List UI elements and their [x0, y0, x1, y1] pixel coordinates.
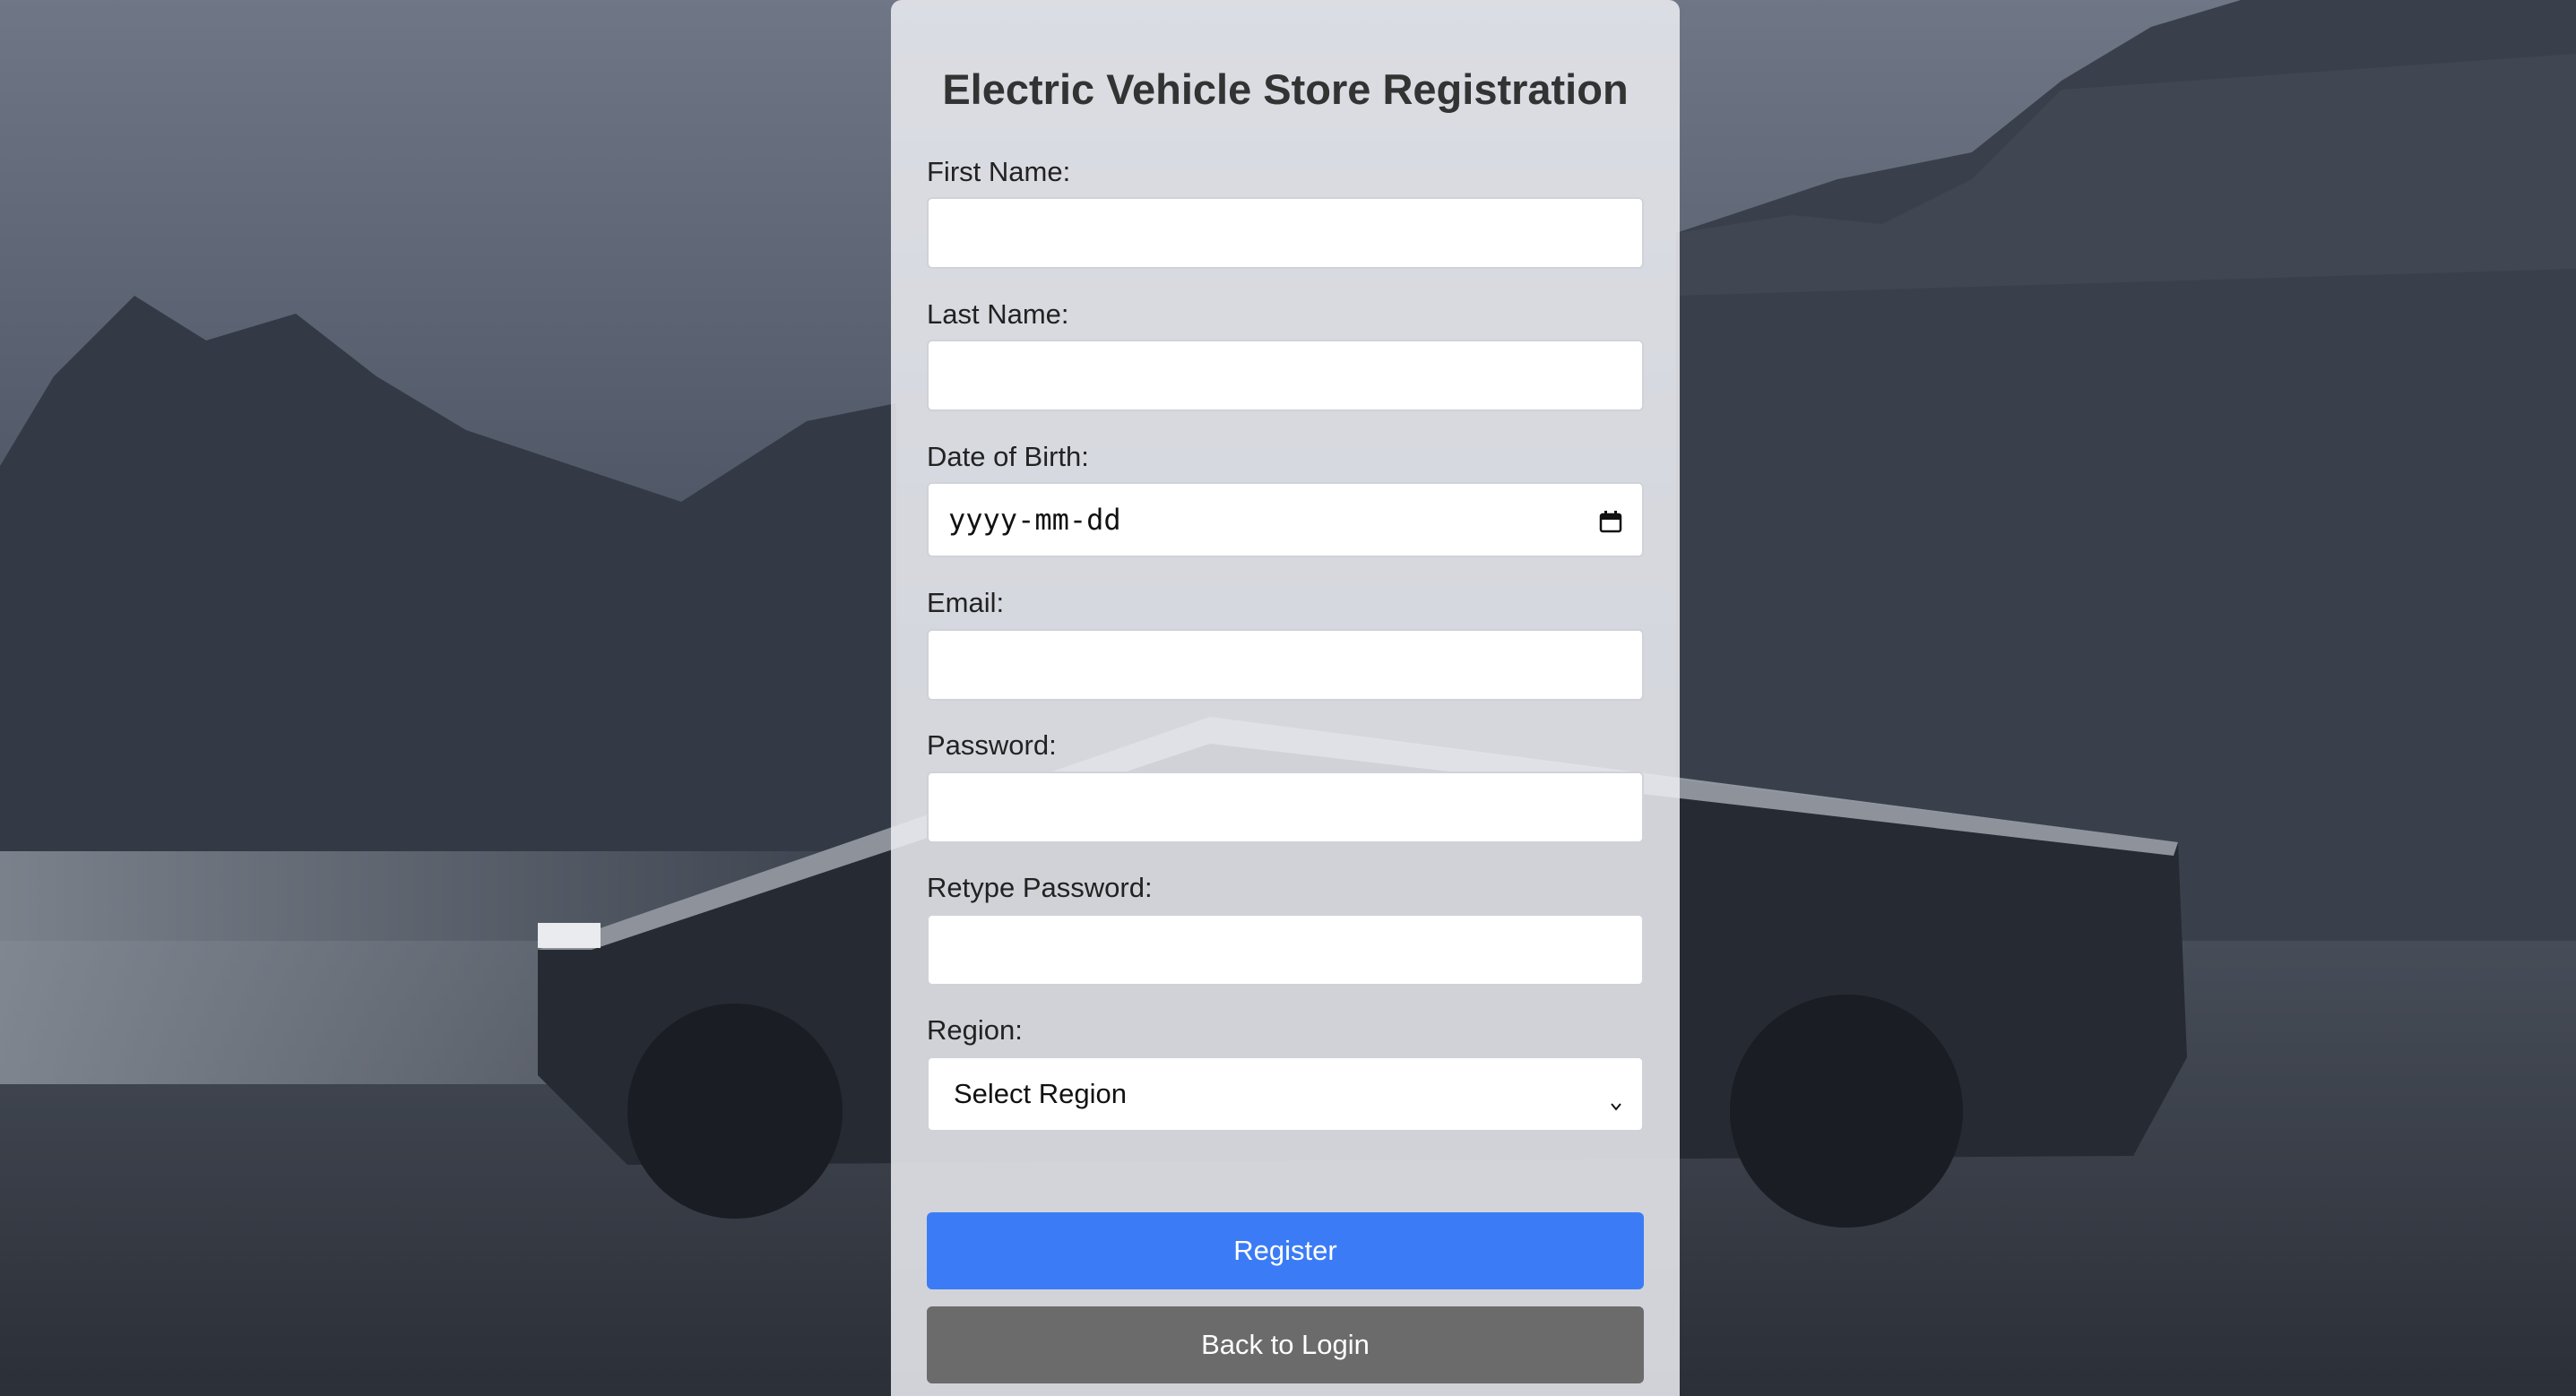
page-title: Electric Vehicle Store Registration — [942, 65, 1629, 113]
back-to-login-button[interactable]: Back to Login — [927, 1306, 1644, 1383]
retype-password-label: Retype Password: — [927, 872, 1153, 903]
chevron-down-icon — [1610, 1088, 1622, 1111]
dob-label: Date of Birth: — [927, 441, 1089, 472]
first-name-label: First Name: — [927, 156, 1071, 187]
dob-placeholder: yyyy-mm-dd — [948, 503, 1121, 537]
email-input[interactable] — [948, 630, 1622, 700]
last-name-input[interactable] — [948, 340, 1622, 410]
first-name-input[interactable] — [948, 198, 1622, 268]
first-name-field[interactable] — [927, 197, 1644, 269]
region-select[interactable]: Select Region — [927, 1056, 1644, 1132]
region-label: Region: — [927, 1014, 1023, 1046]
page-background: Electric Vehicle Store Registration Firs… — [0, 0, 2576, 1396]
registration-panel: Electric Vehicle Store Registration Firs… — [891, 0, 1680, 1396]
dob-field[interactable]: yyyy-mm-dd — [927, 482, 1644, 557]
email-field[interactable] — [927, 629, 1644, 701]
last-name-label: Last Name: — [927, 298, 1069, 330]
email-label: Email: — [927, 587, 1005, 618]
password-field[interactable] — [927, 771, 1644, 843]
calendar-icon[interactable] — [1599, 508, 1622, 533]
retype-password-input[interactable] — [948, 915, 1622, 985]
register-button[interactable]: Register — [927, 1212, 1644, 1289]
password-input[interactable] — [948, 772, 1622, 842]
last-name-field[interactable] — [927, 340, 1644, 411]
retype-password-field[interactable] — [927, 914, 1644, 986]
region-selected-value: Select Region — [954, 1078, 1128, 1109]
password-label: Password: — [927, 729, 1057, 761]
